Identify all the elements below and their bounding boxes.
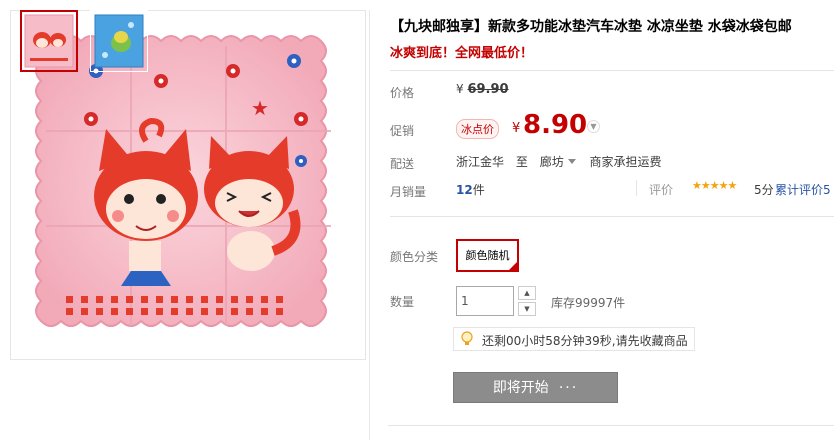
quantity-label: 数量 xyxy=(390,295,415,309)
quantity-increase-button[interactable]: ▲ xyxy=(518,286,536,300)
coming-soon-button[interactable]: 即将开始 ··· xyxy=(453,372,618,403)
rating-stars-icon: ★★★★★ xyxy=(692,179,737,192)
promo-label: 促销 xyxy=(390,124,415,138)
divider xyxy=(388,425,834,426)
promo-price-value: 8.90 xyxy=(523,110,588,140)
chevron-down-icon[interactable]: ▼ xyxy=(587,120,600,133)
lightbulb-icon xyxy=(461,331,473,345)
ship-destination[interactable]: 廊坊 xyxy=(540,155,564,169)
countdown-text: 还剩00小时58分钟39秒,请先收藏商品 xyxy=(482,334,688,348)
original-price-value: 69.90 xyxy=(467,82,509,97)
quantity-decrease-button[interactable]: ▼ xyxy=(518,302,536,316)
rating-score: 5分 xyxy=(754,183,774,197)
check-icon: ✓ xyxy=(511,254,517,262)
svg-text:★: ★ xyxy=(251,96,269,120)
button-dots: ··· xyxy=(558,380,579,396)
caret-down-icon[interactable] xyxy=(567,159,576,164)
currency-symbol: ¥ xyxy=(456,82,464,96)
product-subtitle: 冰爽到底！全网最低价！ xyxy=(390,46,534,61)
color-option-random[interactable]: 颜色随机 ✓ xyxy=(456,239,519,272)
ship-to-word: 至 xyxy=(515,155,528,169)
sales-label: 月销量 xyxy=(390,185,427,199)
original-price: ¥ 69.90 xyxy=(456,82,509,97)
shipping-label: 配送 xyxy=(390,157,415,171)
sales-count: 12 xyxy=(456,183,473,197)
ship-from: 浙江金华 xyxy=(456,155,505,169)
thumbnail-blue-cushion[interactable] xyxy=(90,10,148,72)
sales-unit: 件 xyxy=(472,183,485,197)
promo-currency-symbol: ¥ xyxy=(512,121,521,136)
product-title: 【九块邮独享】新款多功能冰垫汽车冰垫 冰凉坐垫 水袋冰袋包邮 xyxy=(390,19,792,35)
product-gallery: ★ xyxy=(10,10,370,440)
shipping-fee: 商家承担运费 xyxy=(589,155,662,169)
divider xyxy=(390,216,834,217)
shipping-info: 浙江金华 至 廊坊 商家承担运费 xyxy=(456,153,670,170)
review-count-link[interactable]: 累计评价5 xyxy=(775,181,831,198)
button-label: 即将开始 xyxy=(492,380,549,396)
divider xyxy=(636,180,637,196)
divider xyxy=(390,70,834,71)
thumbnail-pink-cushion[interactable] xyxy=(20,10,78,72)
monthly-sales: 12件 xyxy=(456,181,485,198)
stock-text: 库存99997件 xyxy=(551,296,626,310)
countdown-notice: 还剩00小时58分钟39秒,请先收藏商品 xyxy=(453,327,695,351)
promo-badge: 冰点价 xyxy=(456,119,499,139)
color-label: 颜色分类 xyxy=(390,250,439,264)
color-option-label: 颜色随机 xyxy=(465,249,510,262)
quantity-input[interactable] xyxy=(456,286,514,316)
review-label: 评价 xyxy=(649,183,674,197)
price-label: 价格 xyxy=(390,86,415,100)
